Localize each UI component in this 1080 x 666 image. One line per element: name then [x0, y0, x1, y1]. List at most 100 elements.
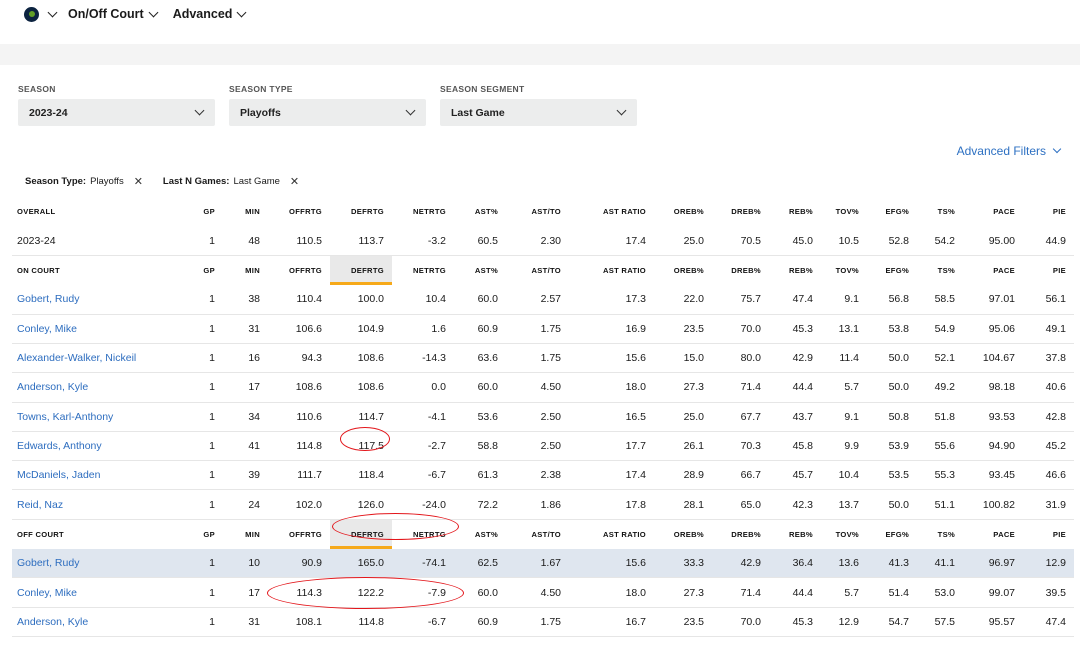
- column-header-netrtg[interactable]: NETRTG: [392, 256, 454, 285]
- stat-cell-dreb-: 42.9: [712, 548, 769, 579]
- stat-cell-tov-: 10.5: [821, 226, 867, 257]
- column-header-defrtg[interactable]: DEFRTG: [330, 519, 392, 549]
- column-header-ast-to[interactable]: AST/TO: [506, 519, 569, 548]
- column-header-pie[interactable]: PIE: [1023, 197, 1074, 226]
- column-header-ast-to[interactable]: AST/TO: [506, 197, 569, 226]
- season-type-select[interactable]: Playoffs: [229, 99, 426, 126]
- column-header-defrtg[interactable]: DEFRTG: [330, 197, 392, 226]
- top-nav: On/Off Court Advanced: [0, 0, 1080, 28]
- column-header-oreb-[interactable]: OREB%: [654, 197, 712, 226]
- season-type-select-value: Playoffs: [240, 106, 281, 119]
- nav-advanced[interactable]: Advanced: [173, 7, 254, 21]
- column-header-netrtg[interactable]: NETRTG: [392, 519, 454, 548]
- on-off-stats-table: OVERALL GP MIN OFFRTG DEFRTG NETRTG AST% AST/TO…: [12, 197, 1074, 637]
- season-segment-select[interactable]: Last Game: [440, 99, 637, 126]
- stat-cell-defrtg: 126.0: [330, 489, 392, 520]
- column-header-tov-[interactable]: TOV%: [821, 256, 867, 285]
- column-header-pace[interactable]: PACE: [963, 519, 1023, 548]
- column-header-pace[interactable]: PACE: [963, 256, 1023, 285]
- column-header-ast-to[interactable]: AST/TO: [506, 256, 569, 285]
- player-link[interactable]: Towns, Karl-Anthony: [12, 402, 187, 432]
- column-header-ast-[interactable]: AST%: [454, 197, 506, 226]
- column-header-offrtg[interactable]: OFFRTG: [268, 197, 330, 226]
- column-header-tov-[interactable]: TOV%: [821, 519, 867, 548]
- column-header-efg-[interactable]: EFG%: [867, 256, 917, 285]
- column-header-gp[interactable]: GP: [187, 197, 223, 226]
- column-header-min[interactable]: MIN: [223, 256, 268, 285]
- close-icon[interactable]: ✕: [290, 175, 299, 188]
- stat-cell-offrtg: 114.3: [268, 577, 330, 608]
- stat-cell-reb-: 47.4: [769, 284, 821, 315]
- stat-cell-efg-: 52.8: [867, 226, 917, 257]
- column-header-efg-[interactable]: EFG%: [867, 197, 917, 226]
- stat-cell-ts-: 54.2: [917, 226, 963, 257]
- column-header-ast-ratio[interactable]: AST RATIO: [569, 519, 654, 548]
- stat-cell-ts-: 51.8: [917, 402, 963, 432]
- stat-cell-ast-: 60.0: [454, 577, 506, 608]
- column-header-tov-[interactable]: TOV%: [821, 197, 867, 226]
- stat-cell-ast-ratio: 16.5: [569, 402, 654, 432]
- column-header-reb-[interactable]: REB%: [769, 197, 821, 226]
- close-icon[interactable]: ✕: [134, 175, 143, 188]
- stat-cell-efg-: 54.7: [867, 607, 917, 637]
- column-header-pace[interactable]: PACE: [963, 197, 1023, 226]
- column-header-dreb-[interactable]: DREB%: [712, 256, 769, 285]
- stat-cell-dreb-: 70.3: [712, 431, 769, 462]
- column-header-dreb-[interactable]: DREB%: [712, 519, 769, 548]
- column-header-pie[interactable]: PIE: [1023, 519, 1074, 548]
- player-link[interactable]: Gobert, Rudy: [12, 548, 187, 579]
- player-link[interactable]: Anderson, Kyle: [12, 372, 187, 403]
- player-link[interactable]: Alexander-Walker, Nickeil: [12, 343, 187, 374]
- table-row: Gobert, Rudy 1 10 90.9 165.0 -74.1 62.5 1.67 15.…: [12, 548, 1074, 579]
- column-header-ast-[interactable]: AST%: [454, 256, 506, 285]
- column-header-reb-[interactable]: REB%: [769, 256, 821, 285]
- advanced-filters-link[interactable]: Advanced Filters: [957, 144, 1062, 158]
- column-header-ts-[interactable]: TS%: [917, 256, 963, 285]
- stat-cell-dreb-: 80.0: [712, 343, 769, 374]
- column-header-oreb-[interactable]: OREB%: [654, 256, 712, 285]
- player-link[interactable]: Gobert, Rudy: [12, 284, 187, 315]
- stat-cell-offrtg: 114.8: [268, 431, 330, 462]
- column-header-gp[interactable]: GP: [187, 519, 223, 548]
- column-header-ts-[interactable]: TS%: [917, 197, 963, 226]
- column-header-pie[interactable]: PIE: [1023, 256, 1074, 285]
- stat-cell-ast-to: 2.38: [506, 460, 569, 491]
- column-header-gp[interactable]: GP: [187, 256, 223, 285]
- stat-cell-ast-: 60.0: [454, 284, 506, 315]
- season-select[interactable]: 2023-24: [18, 99, 215, 126]
- column-header-defrtg[interactable]: DEFRTG: [330, 255, 392, 285]
- stat-cell-tov-: 12.9: [821, 607, 867, 637]
- column-header-ast-[interactable]: AST%: [454, 519, 506, 548]
- nav-on-off-court[interactable]: On/Off Court: [68, 7, 165, 21]
- player-link[interactable]: Anderson, Kyle: [12, 607, 187, 637]
- player-link[interactable]: Conley, Mike: [12, 577, 187, 608]
- stat-cell-efg-: 50.0: [867, 489, 917, 520]
- player-link[interactable]: McDaniels, Jaden: [12, 460, 187, 491]
- stat-cell-ast-: 62.5: [454, 548, 506, 579]
- column-header-dreb-[interactable]: DREB%: [712, 197, 769, 226]
- column-header-ts-[interactable]: TS%: [917, 519, 963, 548]
- team-chevron-down-icon[interactable]: [47, 7, 58, 17]
- column-header-oreb-[interactable]: OREB%: [654, 519, 712, 548]
- player-link[interactable]: Reid, Naz: [12, 489, 187, 520]
- team-logo-icon[interactable]: [24, 6, 39, 22]
- stat-cell-defrtg: 113.7: [330, 226, 392, 257]
- column-header-ast-ratio[interactable]: AST RATIO: [569, 197, 654, 226]
- column-header-ast-ratio[interactable]: AST RATIO: [569, 256, 654, 285]
- season-select-value: 2023-24: [29, 106, 68, 119]
- column-header-min[interactable]: MIN: [223, 197, 268, 226]
- stat-cell-reb-: 45.8: [769, 431, 821, 462]
- column-header-min[interactable]: MIN: [223, 519, 268, 548]
- chevron-down-icon: [616, 105, 627, 116]
- stat-cell-pace: 104.67: [963, 343, 1023, 374]
- column-header-netrtg[interactable]: NETRTG: [392, 197, 454, 226]
- player-link[interactable]: Edwards, Anthony: [12, 431, 187, 462]
- stat-cell-pie: 40.6: [1023, 372, 1074, 403]
- column-header-offrtg[interactable]: OFFRTG: [268, 519, 330, 548]
- column-header-efg-[interactable]: EFG%: [867, 519, 917, 548]
- stat-cell-reb-: 43.7: [769, 402, 821, 432]
- stat-cell-reb-: 44.4: [769, 577, 821, 608]
- column-header-reb-[interactable]: REB%: [769, 519, 821, 548]
- column-header-offrtg[interactable]: OFFRTG: [268, 256, 330, 285]
- player-link[interactable]: Conley, Mike: [12, 314, 187, 344]
